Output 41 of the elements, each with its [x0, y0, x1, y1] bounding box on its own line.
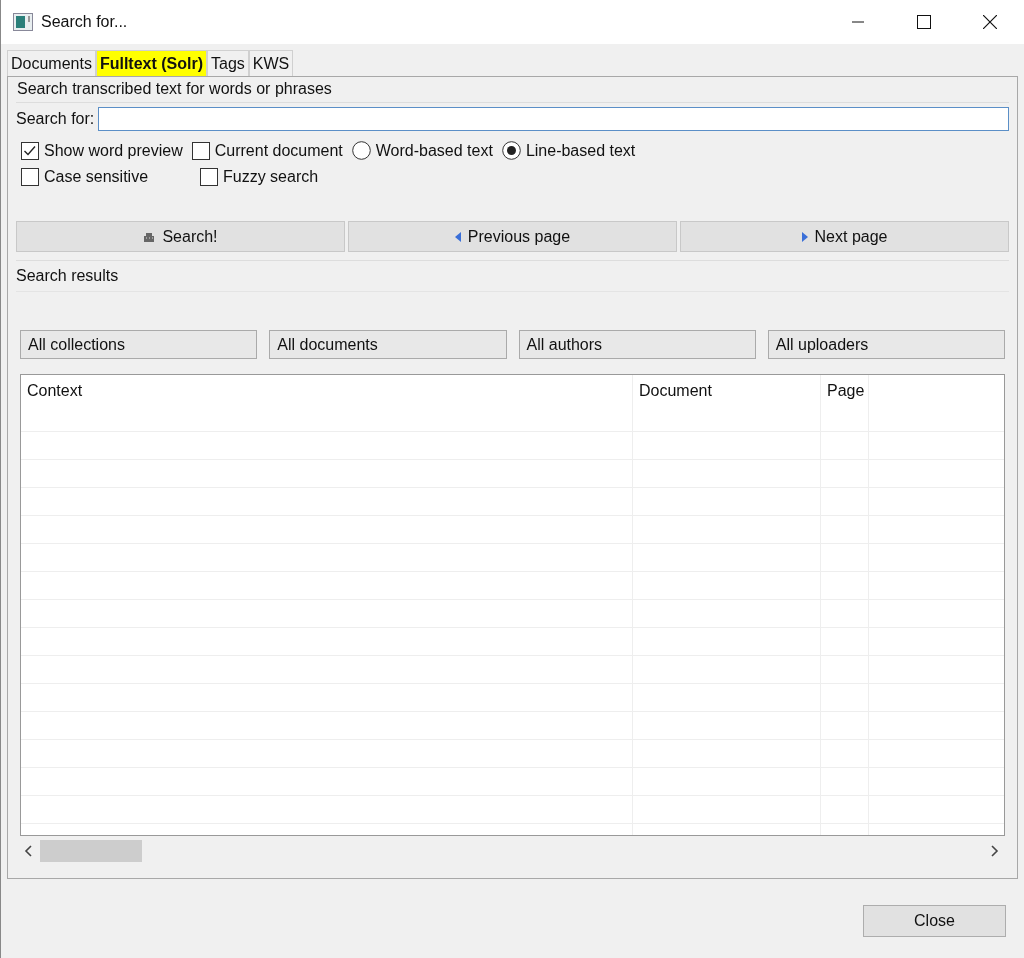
search-field[interactable] — [98, 107, 1009, 131]
checkbox[interactable] — [200, 168, 218, 186]
right-triangle-icon — [801, 231, 808, 242]
app-icon — [13, 13, 33, 31]
option-label: Line-based text — [525, 141, 636, 160]
checkbox[interactable] — [21, 168, 39, 186]
filter-dropdown[interactable]: All uploaders — [767, 330, 1005, 359]
column-header[interactable]: Document — [633, 375, 821, 431]
checkbox[interactable] — [191, 141, 210, 160]
column-header[interactable]: Context — [21, 375, 633, 431]
option-label: Word-based text — [375, 141, 493, 160]
radio-button[interactable] — [351, 141, 371, 160]
filter-dropdown[interactable]: All documents — [269, 330, 507, 359]
checkbox[interactable] — [21, 141, 39, 160]
scrollbar-thumb[interactable] — [40, 840, 142, 862]
action-button[interactable]: Previous page — [348, 221, 677, 252]
close-icon[interactable] — [983, 15, 997, 29]
filter-dropdown[interactable]: All authors — [518, 330, 756, 359]
radio-button[interactable] — [501, 141, 521, 160]
filter-dropdown[interactable]: All collections — [20, 330, 258, 359]
search-label: Search for: — [16, 110, 95, 128]
tab[interactable]: Documents — [7, 50, 96, 76]
scroll-left-icon[interactable] — [24, 845, 32, 857]
tab[interactable]: Tags — [207, 50, 249, 76]
option-label: Case sensitive — [44, 168, 149, 186]
window-title: Search for... — [41, 13, 128, 31]
maximize-icon[interactable] — [917, 15, 931, 29]
tab[interactable]: KWS — [248, 50, 294, 76]
left-triangle-icon — [454, 231, 461, 242]
option-label: Current document — [214, 141, 343, 160]
column-header[interactable]: Page — [821, 375, 869, 431]
tab[interactable]: Fulltext (Solr) — [95, 50, 208, 76]
action-button[interactable]: Next page — [680, 221, 1009, 252]
action-button[interactable]: Search! — [16, 221, 345, 252]
close-button[interactable]: Close — [863, 905, 1006, 937]
option-label: Fuzzy search — [223, 168, 319, 186]
building-icon — [143, 231, 156, 242]
scroll-right-icon[interactable] — [991, 845, 999, 857]
option-label: Show word preview — [44, 141, 183, 160]
group-title: Search results — [16, 260, 1009, 292]
group-title: Search transcribed text for words or phrases — [16, 77, 1009, 103]
